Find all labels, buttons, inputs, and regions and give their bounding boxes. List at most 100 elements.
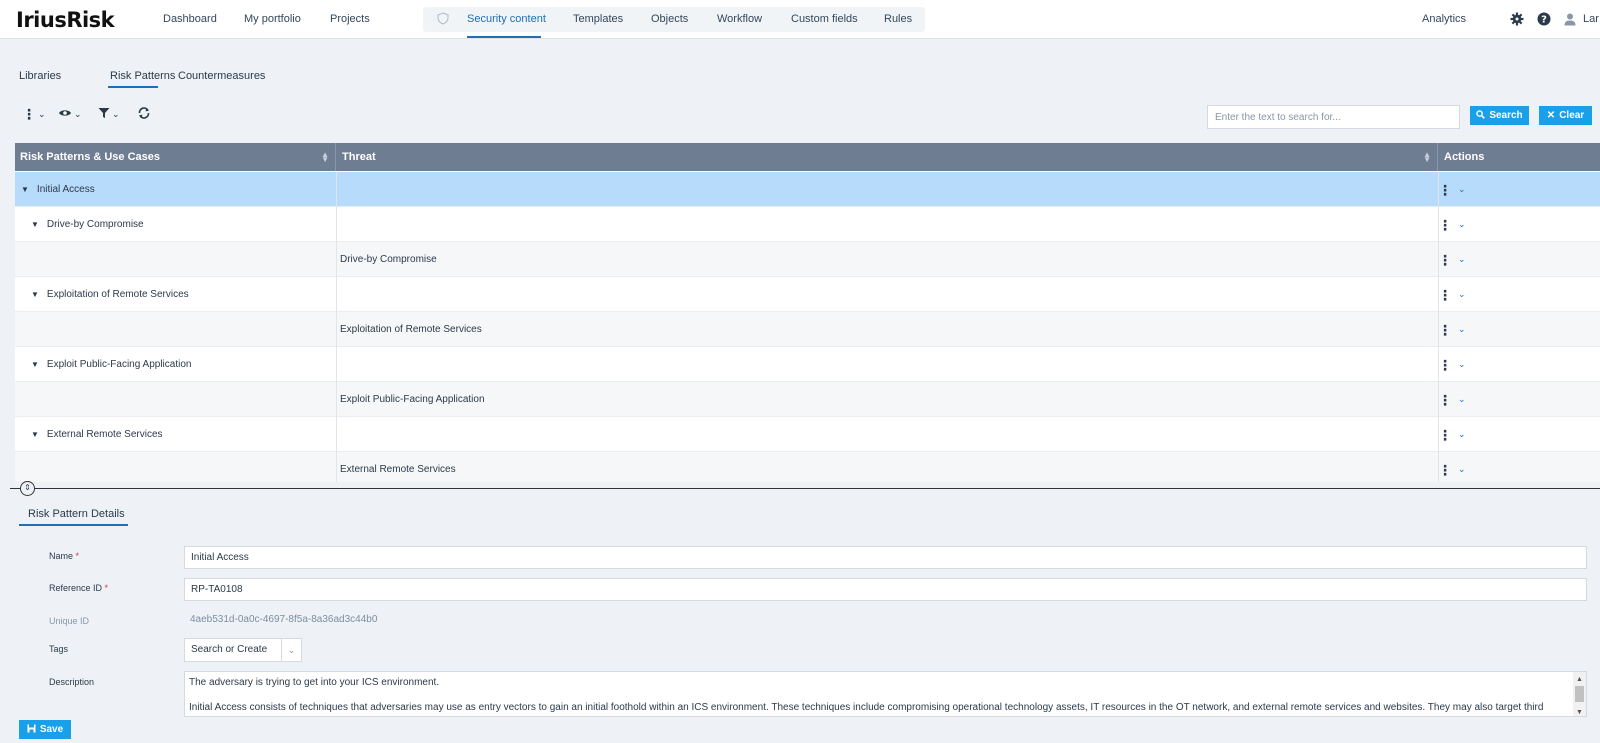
row-actions-menu[interactable]: ⋮ ⌄	[1438, 382, 1466, 417]
column-header-label: Threat	[342, 151, 376, 163]
threat-name[interactable]: Drive-by Compromise	[340, 254, 437, 265]
panel-splitter[interactable]	[10, 488, 1600, 489]
nav-dashboard[interactable]: Dashboard	[163, 13, 217, 25]
row-actions-menu[interactable]: ⋮ ⌄	[1438, 172, 1466, 207]
save-button[interactable]: Save	[19, 720, 71, 739]
vertical-dots-icon: ⋮	[1438, 321, 1452, 338]
row-actions-menu[interactable]: ⋮ ⌄	[1438, 312, 1466, 347]
row-actions-menu[interactable]: ⋮ ⌄	[1438, 452, 1466, 482]
caret-down-icon[interactable]: ▼	[31, 417, 39, 452]
chevron-down-icon: ⌄	[1458, 184, 1466, 194]
nav-analytics[interactable]: Analytics	[1422, 13, 1466, 25]
cell-risk-pattern	[15, 452, 337, 482]
risk-pattern-name[interactable]: External Remote Services	[47, 429, 163, 440]
nav-my-portfolio[interactable]: My portfolio	[244, 13, 301, 25]
row-actions-menu[interactable]: ⋮ ⌄	[1438, 347, 1466, 382]
reference-id-field[interactable]	[184, 578, 1587, 601]
table-row[interactable]: Drive-by Compromise ⋮ ⌄	[15, 242, 1600, 277]
scroll-down-icon[interactable]: ▼	[1576, 706, 1583, 716]
view-dropdown[interactable]: ⌄	[58, 106, 82, 122]
tags-label: Tags	[49, 644, 69, 654]
user-name[interactable]: Lar	[1583, 13, 1599, 25]
more-options-dropdown[interactable]: ⋮ ⌄	[22, 106, 46, 122]
tags-select[interactable]: Search or Create ⌄	[184, 638, 302, 662]
row-actions-menu[interactable]: ⋮ ⌄	[1438, 242, 1466, 277]
filter-icon	[98, 107, 110, 122]
required-marker: *	[104, 583, 109, 593]
row-actions-menu[interactable]: ⋮ ⌄	[1438, 417, 1466, 452]
column-header-patterns[interactable]: Risk Patterns & Use Cases ▲ ▼	[15, 143, 336, 171]
save-button-label: Save	[39, 724, 64, 735]
column-header-actions[interactable]: Actions ▲▼	[1439, 143, 1600, 171]
caret-down-icon[interactable]: ▼	[31, 207, 39, 242]
tab-risk-patterns[interactable]: Risk Patterns	[110, 70, 175, 82]
save-icon	[27, 724, 36, 736]
table-row[interactable]: ▼ External Remote Services ⋮ ⌄	[15, 417, 1600, 452]
chevron-down-icon[interactable]: ⌄	[281, 639, 301, 661]
nav-objects[interactable]: Objects	[651, 13, 688, 25]
tab-risk-pattern-details[interactable]: Risk Pattern Details	[28, 508, 125, 520]
logo[interactable]: IriusRisk	[16, 8, 115, 32]
nav-security-content[interactable]: Security content	[467, 13, 546, 25]
threat-name[interactable]: External Remote Services	[340, 464, 456, 475]
nav-rules[interactable]: Rules	[884, 13, 912, 25]
caret-down-icon[interactable]: ▼	[21, 172, 29, 207]
risk-pattern-name[interactable]: Drive-by Compromise	[47, 219, 144, 230]
scrollbar-thumb[interactable]	[1575, 686, 1584, 702]
table-row[interactable]: ▼ Drive-by Compromise ⋮ ⌄	[15, 207, 1600, 242]
nav-templates[interactable]: Templates	[573, 13, 623, 25]
name-field[interactable]	[184, 546, 1587, 569]
chevron-down-icon: ⌄	[112, 108, 120, 119]
row-actions-menu[interactable]: ⋮ ⌄	[1438, 277, 1466, 312]
shield-icon	[437, 12, 449, 28]
table-row[interactable]: ▼ Exploitation of Remote Services ⋮ ⌄	[15, 277, 1600, 312]
nav-projects[interactable]: Projects	[330, 13, 370, 25]
caret-down-icon[interactable]: ▼	[31, 277, 39, 312]
table-row[interactable]: Exploitation of Remote Services ⋮ ⌄	[15, 312, 1600, 347]
row-actions-menu[interactable]: ⋮ ⌄	[1438, 207, 1466, 242]
chevron-down-icon: ⌄	[1458, 289, 1466, 299]
unique-id-label: Unique ID	[49, 616, 90, 626]
description-textarea[interactable]: The adversary is trying to get into your…	[184, 671, 1587, 717]
table-row[interactable]: External Remote Services ⋮ ⌄	[15, 452, 1600, 482]
risk-pattern-name[interactable]: Exploitation of Remote Services	[47, 289, 189, 300]
chevron-down-icon: ⌄	[74, 108, 82, 119]
required-marker: *	[75, 551, 80, 561]
threat-name[interactable]: Exploit Public-Facing Application	[340, 394, 485, 405]
description-label: Description	[49, 677, 95, 687]
vertical-dots-icon: ⋮	[22, 106, 36, 122]
tab-countermeasures[interactable]: Countermeasures	[178, 70, 265, 82]
cell-risk-pattern: ▼ Initial Access	[15, 172, 337, 207]
cell-threat: External Remote Services	[337, 452, 1439, 482]
splitter-handle-icon[interactable]: ⇕	[20, 481, 35, 496]
chevron-down-icon: ⌄	[1458, 394, 1466, 404]
gear-icon[interactable]	[1510, 12, 1524, 26]
search-input[interactable]	[1207, 105, 1460, 129]
table-row[interactable]: Exploit Public-Facing Application ⋮ ⌄	[15, 382, 1600, 417]
table-row[interactable]: ▼ Exploit Public-Facing Application ⋮ ⌄	[15, 347, 1600, 382]
help-icon[interactable]: ?	[1537, 12, 1551, 26]
clear-button[interactable]: ✕ Clear	[1539, 106, 1592, 125]
details-tab-indicator	[19, 524, 128, 526]
filter-dropdown[interactable]: ⌄	[98, 106, 120, 122]
description-line: Initial Access consists of techniques th…	[189, 702, 1544, 713]
tab-libraries[interactable]: Libraries	[19, 70, 61, 82]
user-icon[interactable]	[1563, 12, 1577, 26]
threat-name[interactable]: Exploitation of Remote Services	[340, 324, 482, 335]
risk-pattern-name[interactable]: Exploit Public-Facing Application	[47, 359, 192, 370]
scroll-up-icon[interactable]: ▲	[1576, 673, 1583, 686]
sort-icon: ▲ ▼	[321, 150, 329, 164]
table-row[interactable]: ▼ Initial Access ⋮ ⌄	[15, 172, 1600, 207]
refresh-button[interactable]	[137, 106, 151, 122]
cell-risk-pattern	[15, 312, 337, 347]
risk-pattern-name[interactable]: Initial Access	[37, 184, 95, 195]
nav-workflow[interactable]: Workflow	[717, 13, 762, 25]
caret-down-icon[interactable]: ▼	[31, 347, 39, 382]
description-scrollbar[interactable]: ▲ ▼	[1573, 672, 1586, 716]
nav-custom-fields[interactable]: Custom fields	[791, 13, 858, 25]
search-button[interactable]: Search	[1470, 106, 1529, 125]
vertical-dots-icon: ⋮	[1438, 251, 1452, 268]
vertical-dots-icon: ⋮	[1438, 181, 1452, 198]
column-header-threat[interactable]: Threat ▲ ▼	[337, 143, 1438, 171]
tags-placeholder: Search or Create	[191, 644, 268, 655]
